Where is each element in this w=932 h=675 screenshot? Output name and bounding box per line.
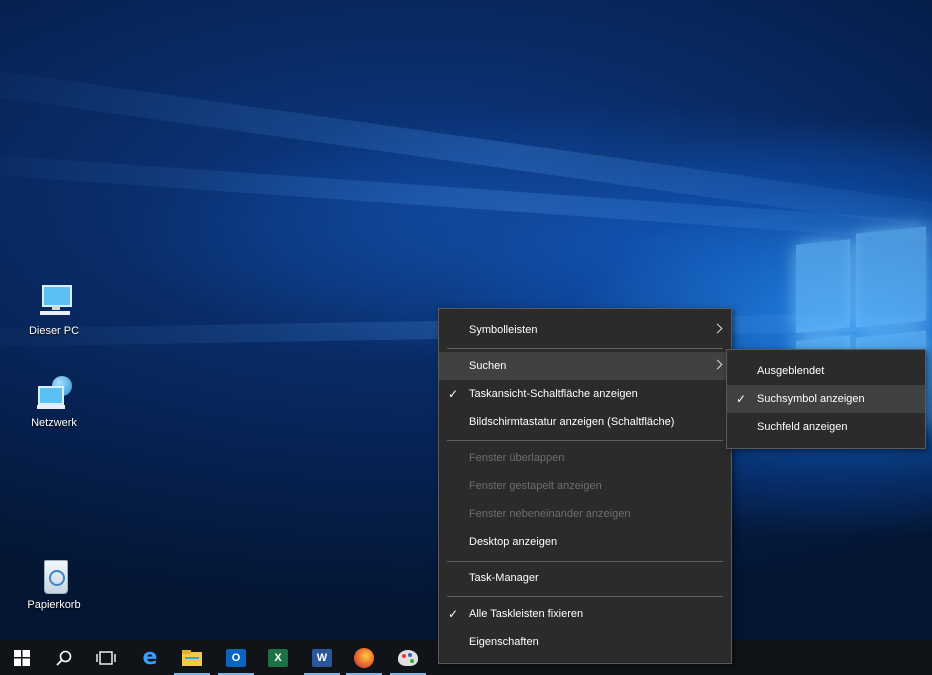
menu-separator [447,440,723,441]
taskbar-edge[interactable]: e [130,640,170,675]
firefox-icon [354,647,374,668]
menu-item-label: Suchsymbol anzeigen [757,393,865,405]
desktop-icon-papierkorb[interactable]: Papierkorb [16,556,92,611]
taskbar-outlook[interactable]: O [216,640,256,675]
menu-item-label: Ausgeblendet [757,365,825,377]
menu-item-label: Suchen [469,360,507,372]
checkmark-icon: ✓ [448,607,459,621]
menu-item-desktop-anzeigen[interactable]: Desktop anzeigen [439,528,731,556]
edge-icon: e [142,645,158,670]
computer-icon [34,282,74,322]
taskbar-file-explorer[interactable] [172,640,212,675]
menu-item-label: Fenster nebeneinander anzeigen [469,508,631,520]
menu-separator [447,348,723,349]
file-explorer-icon [182,649,202,666]
start-icon [14,649,30,666]
start-button[interactable] [2,640,42,675]
menu-item-symbolleisten[interactable]: Symbolleisten [439,316,731,344]
desktop-icon-netzwerk[interactable]: Netzwerk [16,374,92,429]
submenu-item-suchsymbol-anzeigen[interactable]: ✓ Suchsymbol anzeigen [727,385,925,413]
task-view-button[interactable] [86,640,126,675]
excel-icon: X [268,648,288,667]
search-button[interactable] [44,640,84,675]
menu-item-label: Fenster überlappen [469,452,565,464]
menu-item-label: Task-Manager [469,572,539,584]
checkmark-icon: ✓ [736,392,747,406]
taskbar-context-menu: Symbolleisten Suchen ✓ Taskansicht-Schal… [438,308,732,664]
menu-item-fenster-ueberlappen: Fenster überlappen [439,444,731,472]
menu-item-eigenschaften[interactable]: Eigenschaften [439,628,731,656]
menu-item-label: Alle Taskleisten fixieren [469,608,584,620]
menu-item-suchen[interactable]: Suchen [439,352,731,380]
paint-icon [398,649,418,666]
menu-item-label: Desktop anzeigen [469,536,558,548]
menu-item-taskleisten-fixieren[interactable]: ✓ Alle Taskleisten fixieren [439,600,731,628]
menu-item-fenster-gestapelt: Fenster gestapelt anzeigen [439,472,731,500]
menu-item-label: Symbolleisten [469,324,538,336]
menu-item-taskansicht[interactable]: ✓ Taskansicht-Schaltfläche anzeigen [439,380,731,408]
taskbar-word[interactable]: W [302,640,342,675]
menu-item-label: Eigenschaften [469,636,539,648]
submenu-item-suchfeld-anzeigen[interactable]: Suchfeld anzeigen [727,413,925,441]
taskbar-paint[interactable] [388,640,428,675]
desktop-icon-dieser-pc[interactable]: Dieser PC [16,282,92,337]
chevron-right-icon [712,323,723,334]
menu-separator [447,596,723,597]
menu-item-label: Suchfeld anzeigen [757,421,848,433]
menu-item-label: Taskansicht-Schaltfläche anzeigen [469,388,638,400]
task-view-icon [96,650,116,665]
search-icon [56,650,72,666]
taskbar-excel[interactable]: X [258,640,298,675]
menu-item-task-manager[interactable]: Task-Manager [439,564,731,592]
desktop-icon-label: Dieser PC [28,325,80,337]
chevron-right-icon [712,359,723,370]
submenu-item-ausgeblendet[interactable]: Ausgeblendet [727,357,925,385]
recycle-bin-icon [34,556,74,596]
word-icon: W [312,648,332,667]
menu-item-bildschirmtastatur[interactable]: Bildschirmtastatur anzeigen (Schaltfläch… [439,408,731,436]
network-icon [34,374,74,414]
outlook-icon: O [226,648,246,667]
menu-item-fenster-nebeneinander: Fenster nebeneinander anzeigen [439,500,731,528]
checkmark-icon: ✓ [448,387,459,401]
search-submenu: Ausgeblendet ✓ Suchsymbol anzeigen Suchf… [726,349,926,449]
menu-separator [447,561,723,562]
desktop-icon-label: Papierkorb [27,599,81,611]
menu-item-label: Fenster gestapelt anzeigen [469,480,602,492]
desktop-icon-label: Netzwerk [31,417,77,429]
menu-item-label: Bildschirmtastatur anzeigen (Schaltfläch… [469,416,675,428]
taskbar-firefox[interactable] [344,640,384,675]
